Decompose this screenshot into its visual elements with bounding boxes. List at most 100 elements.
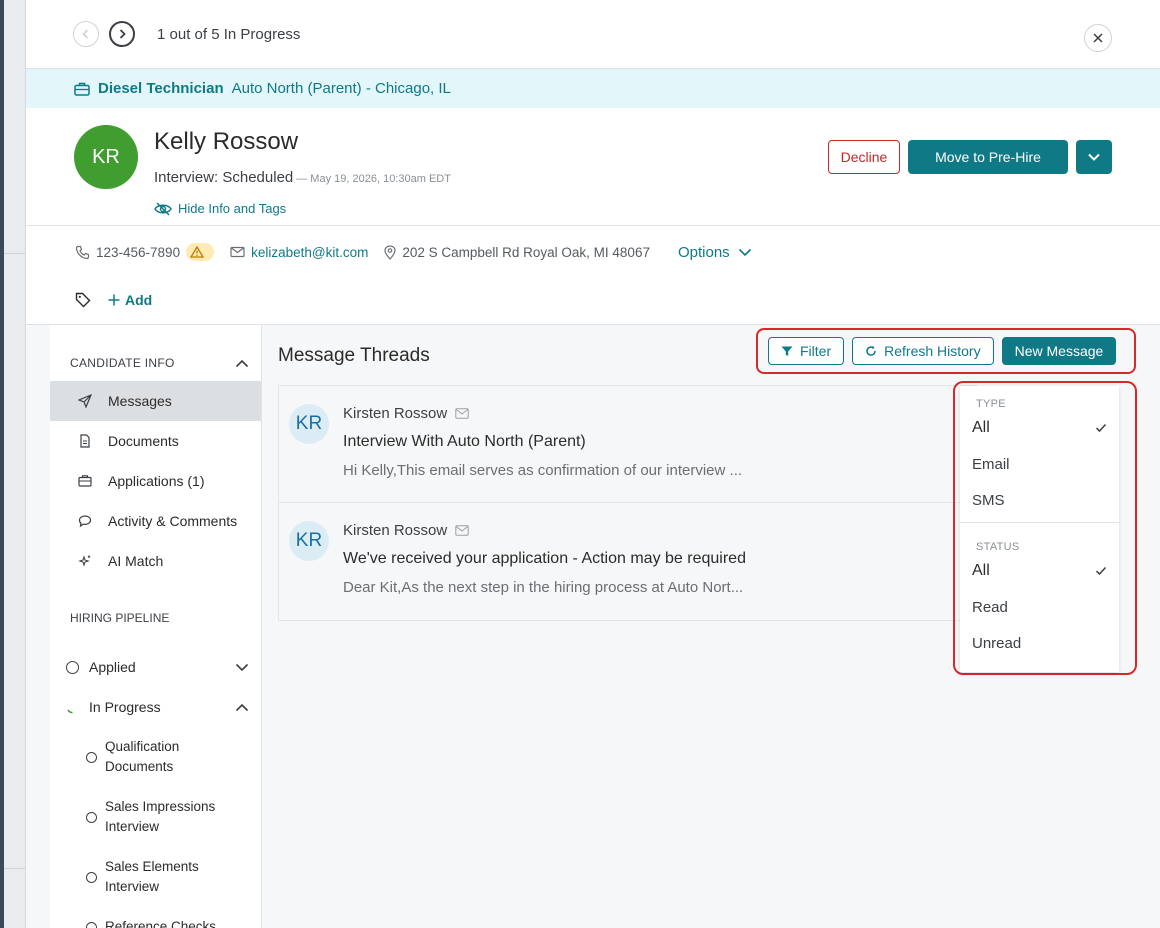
pipeline-step-sales-elements-interview[interactable]: Sales Elements Interview	[50, 847, 261, 907]
avatar: KR	[289, 521, 329, 561]
message-toolbar: Filter Refresh History New Message	[756, 328, 1136, 374]
hiring-pipeline-heading: HIRING PIPELINE	[70, 611, 170, 625]
candidate-panel: 1 out of 5 In Progress Diesel Technician…	[26, 0, 1160, 928]
options-dropdown[interactable]: Options	[678, 244, 752, 261]
previous-candidate-button[interactable]	[73, 21, 99, 47]
candidate-info-heading: CANDIDATE INFO	[70, 356, 175, 370]
chevron-up-icon	[235, 703, 249, 711]
filter-menu: TYPE All Email SMS STATUS All Read Unrea…	[960, 386, 1119, 672]
sender-name: Kirsten Rossow	[343, 522, 448, 539]
thread-sender: Kirsten Rossow	[343, 405, 469, 422]
sidebar-item-messages[interactable]: Messages	[50, 381, 261, 421]
hide-info-label: Hide Info and Tags	[178, 201, 287, 216]
status-option-unread[interactable]: Unread	[960, 625, 1119, 661]
close-button[interactable]	[1084, 24, 1112, 52]
message-thread-list: KR Kirsten Rossow Interview With Auto No…	[278, 385, 978, 621]
thread-preview: Dear Kit,As the next step in the hiring …	[343, 579, 744, 596]
filter-button[interactable]: Filter	[768, 337, 845, 365]
pipeline-stage-applied[interactable]: Applied	[50, 647, 261, 687]
mail-icon	[455, 408, 469, 419]
status-option-read[interactable]: Read	[960, 589, 1119, 625]
sidebar-item-activity-comments[interactable]: Activity & Comments	[50, 501, 261, 541]
sidebar-item-label: Documents	[108, 433, 179, 449]
progress-icon	[67, 709, 73, 713]
sidebar-item-applications[interactable]: Applications (1)	[50, 461, 261, 501]
pipeline-stage-in-progress[interactable]: In Progress	[50, 687, 261, 727]
message-threads-panel: Message Threads Filter Refresh History N…	[278, 325, 1160, 928]
options-label: Options	[677, 243, 730, 261]
sender-name: Kirsten Rossow	[343, 405, 448, 422]
chevron-down-icon	[738, 248, 751, 256]
new-message-button[interactable]: New Message	[1001, 337, 1117, 365]
stage-label: In Progress	[89, 699, 161, 715]
candidate-body: CANDIDATE INFO Messages Documents Applic…	[26, 324, 1160, 928]
chevron-down-icon	[1088, 153, 1100, 161]
avatar: KR	[74, 125, 138, 189]
candidate-navigation: 1 out of 5 In Progress	[26, 0, 1160, 68]
candidate-name: Kelly Rossow	[154, 128, 299, 155]
pipeline-step-qualification-documents[interactable]: Qualification Documents	[50, 727, 261, 787]
candidate-actions: Decline Move to Pre-Hire	[828, 140, 1112, 174]
type-heading: TYPE	[976, 398, 1006, 410]
step-label: Sales Elements	[105, 859, 199, 874]
add-tag-button[interactable]: Add	[107, 292, 152, 308]
step-status-icon	[86, 751, 97, 763]
filter-label: Filter	[800, 343, 832, 359]
job-title-link[interactable]: Diesel Technician	[98, 80, 224, 97]
option-label: Read	[972, 598, 1008, 616]
move-to-pre-hire-button[interactable]: Move to Pre-Hire	[908, 140, 1068, 174]
stage-label: Applied	[89, 659, 136, 675]
address-text: 202 S Campbell Rd Royal Oak, MI 48067	[402, 244, 650, 260]
phone-info: 123-456-7890	[75, 243, 215, 261]
refresh-icon	[866, 345, 876, 356]
phone-number: 123-456-7890	[96, 244, 181, 260]
email-link[interactable]: kelizabeth@kit.com	[251, 245, 368, 260]
pipeline-step-reference-checks[interactable]: Reference Checks	[50, 907, 261, 928]
mail-icon	[455, 525, 469, 536]
refresh-history-button[interactable]: Refresh History	[852, 337, 994, 365]
warning-icon	[190, 246, 205, 258]
step-status-icon	[86, 921, 97, 928]
option-label: Unread	[972, 634, 1022, 652]
hide-info-toggle[interactable]: Hide Info and Tags	[154, 201, 286, 216]
candidate-header: KR Kelly Rossow Interview: Scheduled — Ma…	[26, 108, 1160, 226]
sidebar-item-ai-match[interactable]: AI Match	[50, 541, 261, 581]
chevron-down-icon	[235, 663, 249, 671]
more-actions-dropdown-button[interactable]	[1076, 140, 1112, 174]
background-app-strip	[0, 0, 26, 928]
eye-slash-icon	[154, 202, 172, 215]
checkmark-icon	[1095, 566, 1107, 576]
pipeline-step-sales-impressions-interview[interactable]: Sales Impressions Interview	[50, 787, 261, 847]
address-info: 202 S Campbell Rd Royal Oak, MI 48067	[384, 245, 650, 260]
type-option-email[interactable]: Email	[960, 446, 1119, 482]
avatar: KR	[289, 404, 329, 444]
step-label: Reference Checks	[105, 919, 217, 928]
status-option-all[interactable]: All	[960, 553, 1119, 589]
decline-button[interactable]: Decline	[828, 140, 900, 174]
tags-row: Add	[26, 278, 1160, 322]
sidebar-item-documents[interactable]: Documents	[50, 421, 261, 461]
candidate-counter: 1 out of 5 In Progress	[157, 25, 301, 43]
candidate-status: Interview: Scheduled — May 19, 2026, 10:3…	[154, 169, 451, 186]
sidebar: CANDIDATE INFO Messages Documents Applic…	[50, 325, 262, 928]
type-option-sms[interactable]: SMS	[960, 482, 1119, 518]
contact-info-row: 123-456-7890 kelizabeth@kit.com 202 S Ca…	[26, 226, 1160, 278]
job-location[interactable]: Auto North (Parent) - Chicago, IL	[232, 80, 451, 97]
status-text: Interview: Scheduled	[154, 169, 294, 186]
thread-sender: Kirsten Rossow	[343, 522, 469, 539]
sparkle-icon	[78, 555, 91, 567]
thread-subject: We've received your application - Action…	[343, 550, 746, 567]
stage-status-icon	[66, 660, 79, 674]
message-thread[interactable]: KR Kirsten Rossow Interview With Auto No…	[279, 386, 977, 503]
add-tag-label: Add	[125, 292, 153, 308]
sidebar-item-label: Messages	[108, 393, 172, 409]
sidebar-item-label: Applications (1)	[108, 473, 205, 489]
sidebar-item-label: AI Match	[108, 553, 164, 569]
next-candidate-button[interactable]	[109, 21, 135, 47]
message-thread[interactable]: KR Kirsten Rossow We've received your ap…	[279, 503, 977, 620]
warning-badge[interactable]	[186, 243, 215, 261]
type-option-all[interactable]: All	[960, 410, 1119, 446]
step-status-icon	[86, 811, 97, 823]
option-label: SMS	[972, 491, 1005, 509]
checkmark-icon	[1095, 423, 1107, 433]
